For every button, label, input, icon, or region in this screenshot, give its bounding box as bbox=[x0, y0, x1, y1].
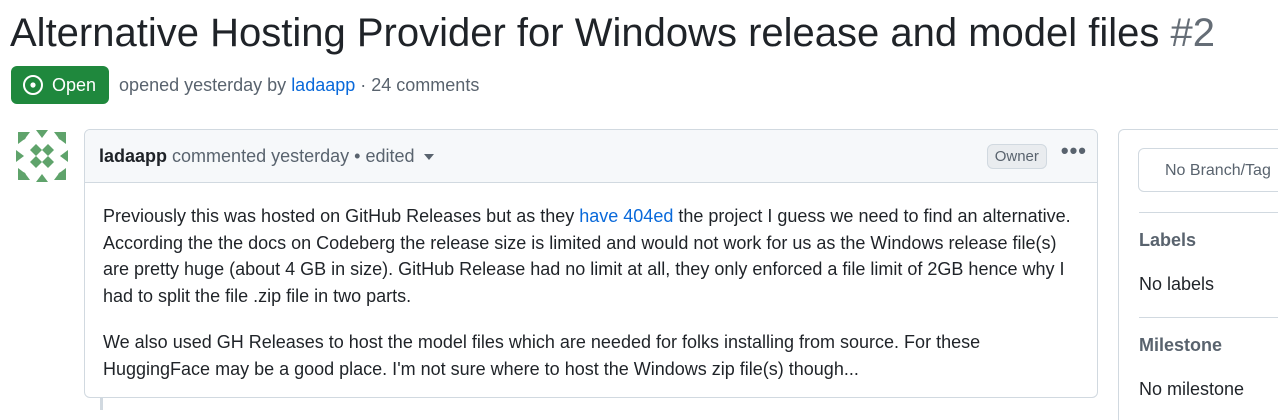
milestone-heading[interactable]: Milestone bbox=[1139, 335, 1222, 356]
issue-title-text: Alternative Hosting Provider for Windows… bbox=[10, 11, 1160, 55]
state-badge: Open bbox=[11, 66, 110, 104]
comment-paragraph-2: We also used GH Releases to host the mod… bbox=[103, 332, 981, 379]
opened-text: opened yesterday by bbox=[119, 74, 287, 95]
labels-heading[interactable]: Labels bbox=[1139, 230, 1196, 251]
comment-timestamp[interactable]: commented yesterday bbox=[172, 146, 349, 167]
have-404ed-link[interactable]: have 404ed bbox=[579, 206, 673, 226]
comment-box: ladaapp commented yesterday • edited Own… bbox=[84, 129, 1098, 398]
comment-p1-before: Previously this was hosted on GitHub Rel… bbox=[103, 206, 580, 226]
branch-select[interactable]: No Branch/Tag bbox=[1138, 148, 1278, 192]
sidebar: No Branch/Tag Labels No labels Milestone… bbox=[1118, 129, 1278, 420]
issue-opened-icon bbox=[22, 74, 44, 96]
sidebar-divider bbox=[1139, 212, 1278, 213]
state-label: Open bbox=[52, 74, 97, 95]
comment-count: · 24 comments bbox=[360, 74, 480, 95]
comment-paragraph-1: Previously this was hosted on GitHub Rel… bbox=[103, 203, 1079, 309]
comment-header: ladaapp commented yesterday • edited Own… bbox=[85, 130, 1097, 183]
issue-number: #2 bbox=[1170, 11, 1216, 55]
edited-dropdown[interactable]: • edited bbox=[354, 145, 434, 167]
edited-label: • edited bbox=[354, 145, 415, 166]
issue-title: Alternative Hosting Provider for Windows… bbox=[10, 8, 1215, 58]
milestone-value: No milestone bbox=[1139, 379, 1245, 399]
labels-value: No labels bbox=[1139, 274, 1215, 294]
issue-author-link[interactable]: ladaapp bbox=[291, 75, 355, 96]
comment-author-link[interactable]: ladaapp bbox=[99, 146, 167, 167]
timeline-line bbox=[100, 398, 103, 410]
issue-meta: Open opened yesterday by ladaapp · 24 co… bbox=[11, 66, 479, 104]
avatar[interactable] bbox=[14, 128, 70, 184]
caret-down-icon bbox=[423, 153, 434, 160]
kebab-menu-icon[interactable]: ••• bbox=[1061, 140, 1087, 162]
owner-badge: Owner bbox=[986, 143, 1047, 169]
comment-body: Previously this was hosted on GitHub Rel… bbox=[85, 183, 1097, 382]
sidebar-divider bbox=[1139, 317, 1278, 318]
